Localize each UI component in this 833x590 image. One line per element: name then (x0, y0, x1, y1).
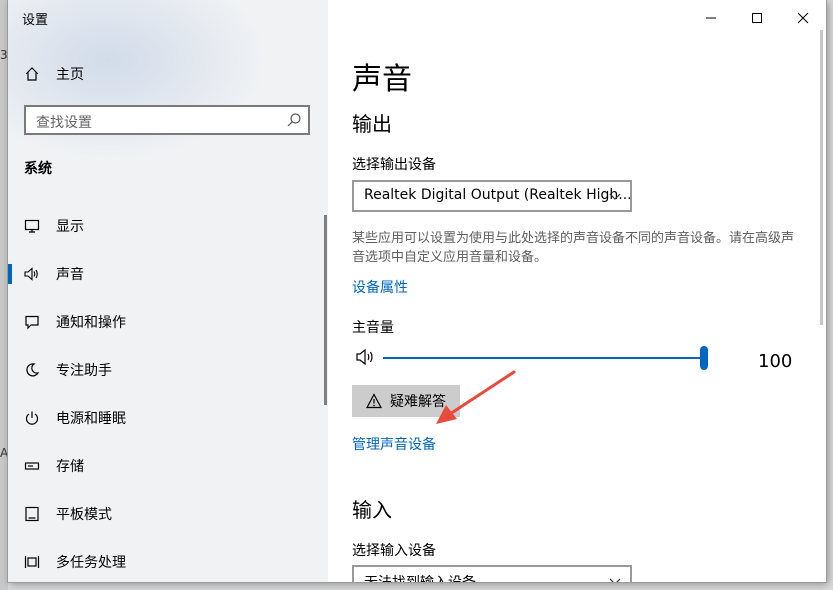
sidebar-item-label: 显示 (56, 219, 84, 235)
sidebar: 设置 主页 查找设置 系统 显示 声音 通知和操作 专注助手 电源和睡眠 存储 … (8, 0, 328, 582)
search-icon (286, 112, 302, 128)
sidebar-item-notifications[interactable]: 通知和操作 (8, 300, 328, 344)
section-label: 系统 (24, 161, 52, 177)
manage-sound-devices-link[interactable]: 管理声音设备 (352, 434, 436, 454)
close-button[interactable] (780, 4, 826, 32)
sidebar-item-tablet-mode[interactable]: 平板模式 (8, 492, 328, 536)
background-window-fragment: A (0, 446, 9, 460)
master-volume-label: 主音量 (352, 320, 394, 336)
sidebar-scrollbar[interactable] (324, 215, 327, 405)
sidebar-item-sound[interactable]: 声音 (8, 252, 328, 296)
output-description: 某些应用可以设置为使用与此处选择的声音设备不同的声音设备。请在高级声音选项中自定… (352, 231, 795, 265)
main-scrollbar[interactable] (820, 30, 823, 325)
input-device-value: 无法找到输入设备 (364, 572, 476, 582)
home-icon (22, 64, 42, 84)
input-device-dropdown[interactable]: 无法找到输入设备 (352, 565, 632, 582)
sidebar-item-label: 存储 (56, 459, 84, 475)
speaker-icon (22, 264, 42, 284)
maximize-icon (752, 13, 762, 23)
output-device-value: Realtek Digital Output (Realtek High... (364, 187, 632, 203)
monitor-icon (22, 216, 42, 236)
sidebar-item-storage[interactable]: 存储 (8, 444, 328, 488)
sidebar-item-display[interactable]: 显示 (8, 204, 328, 248)
chevron-down-icon (608, 188, 622, 202)
tablet-icon (22, 504, 42, 524)
storage-icon (22, 456, 42, 476)
window-title: 设置 (22, 13, 49, 28)
volume-value: 100 (758, 351, 793, 372)
minimize-button[interactable] (688, 4, 734, 32)
sidebar-item-focus-assist[interactable]: 专注助手 (8, 348, 328, 392)
troubleshoot-button[interactable]: 疑难解答 (352, 385, 460, 417)
output-device-dropdown[interactable]: Realtek Digital Output (Realtek High... (352, 180, 632, 212)
troubleshoot-label: 疑难解答 (390, 394, 446, 410)
search-placeholder: 查找设置 (36, 115, 92, 131)
input-heading: 输入 (352, 498, 392, 522)
sidebar-item-label: 专注助手 (56, 363, 112, 379)
background-window-fragment: 3 (0, 48, 8, 62)
device-properties-link[interactable]: 设备属性 (352, 277, 408, 297)
minimize-icon (706, 17, 716, 19)
power-icon (22, 408, 42, 428)
volume-slider-track[interactable] (383, 357, 706, 359)
maximize-button[interactable] (734, 4, 780, 32)
chevron-down-icon (608, 573, 622, 582)
close-icon (797, 12, 809, 24)
input-device-label: 选择输入设备 (352, 543, 436, 559)
sidebar-item-home[interactable]: 主页 (8, 52, 328, 96)
sidebar-item-label: 声音 (56, 267, 84, 283)
sidebar-item-power[interactable]: 电源和睡眠 (8, 396, 328, 440)
volume-icon[interactable] (355, 347, 377, 367)
desktop-background (0, 0, 8, 590)
sidebar-item-label: 平板模式 (56, 507, 112, 523)
sidebar-item-label: 主页 (56, 67, 84, 83)
output-device-label: 选择输出设备 (352, 157, 436, 173)
search-input[interactable]: 查找设置 (24, 105, 310, 135)
multitask-icon (22, 552, 42, 572)
volume-slider-thumb[interactable] (700, 346, 708, 370)
moon-icon (22, 360, 42, 380)
sidebar-item-multitasking[interactable]: 多任务处理 (8, 540, 328, 582)
settings-window: 设置 主页 查找设置 系统 显示 声音 通知和操作 专注助手 电源和睡眠 存储 … (8, 0, 826, 582)
page-title: 声音 (352, 62, 412, 97)
output-heading: 输出 (352, 112, 392, 136)
notification-icon (22, 312, 42, 332)
warning-icon (365, 393, 383, 409)
main-content: 声音 输出 选择输出设备 Realtek Digital Output (Rea… (328, 0, 826, 582)
sidebar-item-label: 通知和操作 (56, 315, 126, 331)
sidebar-item-label: 多任务处理 (56, 555, 126, 571)
sidebar-item-label: 电源和睡眠 (56, 411, 126, 427)
